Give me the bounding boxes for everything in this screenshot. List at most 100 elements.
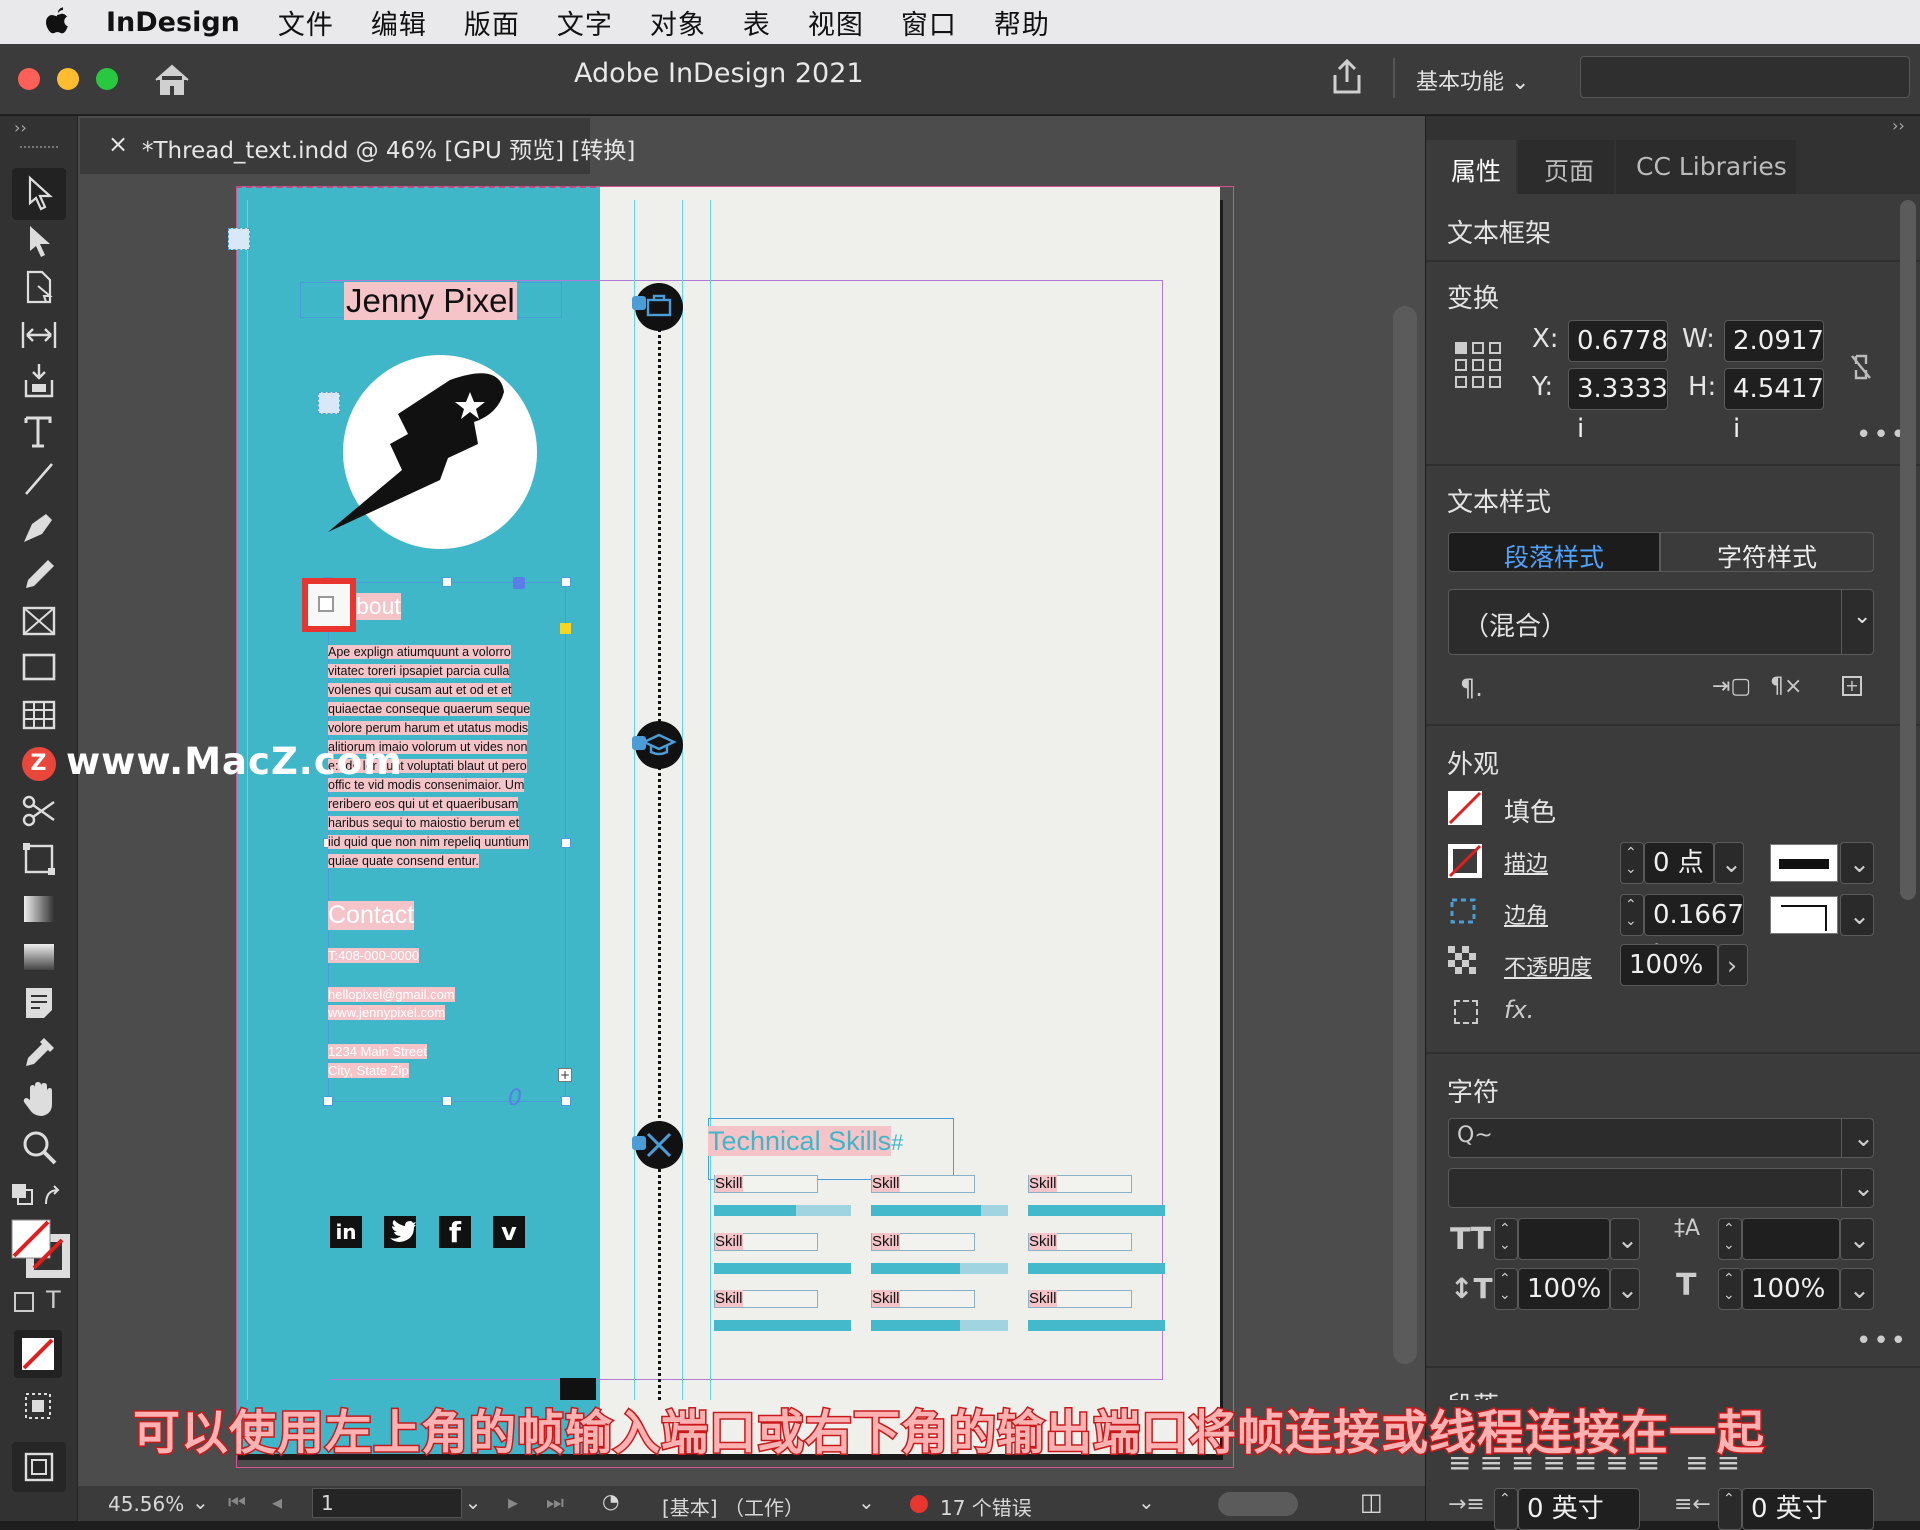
resize-handle[interactable] [323,1096,333,1106]
opacity-field[interactable]: 100% [1620,944,1718,986]
load-styles-icon[interactable]: ⇥▢ [1712,674,1751,699]
screen-mode-icon[interactable] [20,1388,56,1424]
paragraph-mark-icon[interactable]: ¶. [1460,674,1483,702]
frame-corner-handle[interactable] [513,577,525,589]
horizontal-scale-field[interactable]: 100% [1742,1268,1840,1310]
swap-fill-stroke-icon[interactable] [10,1182,66,1212]
selection-tool-icon[interactable] [18,172,60,214]
zoom-level[interactable]: 45.56% [108,1492,184,1516]
leading-stepper[interactable]: ⌃ ⌄ [1718,1218,1742,1260]
leading-field[interactable] [1742,1218,1840,1260]
hand-tool-icon[interactable] [18,1078,60,1120]
type-tool-icon[interactable] [18,410,60,452]
search-input[interactable] [1580,56,1910,98]
preflight-profile[interactable]: [基本] （工作） [662,1492,804,1521]
gradient-feather-tool-icon[interactable] [18,936,60,978]
collapse-panel-icon[interactable]: ›› [14,118,27,137]
opacity-menu-button[interactable]: › [1718,944,1748,986]
menu-file[interactable]: 文件 [278,3,334,42]
vertical-scale-stepper[interactable]: ⌃ ⌄ [1494,1268,1518,1310]
horizontal-scrollbar[interactable] [1218,1492,1298,1516]
tab-cc-libraries[interactable]: CC Libraries [1616,140,1796,194]
font-style-dropdown[interactable]: ⌄ [1448,1168,1874,1208]
constrain-proportions-icon[interactable] [1848,352,1874,382]
content-collector-tool-icon[interactable] [18,360,60,402]
rectangle-tool-icon[interactable] [18,646,60,688]
note-tool-icon[interactable] [18,982,60,1024]
zoom-tool-icon[interactable] [18,1126,60,1168]
formatting-container-icon[interactable] [14,1292,34,1312]
resize-handle[interactable] [561,577,571,587]
document-tab[interactable]: × *Thread_text.indd @ 46% [GPU 预览] [转换] [80,118,635,174]
stroke-type-dropdown[interactable]: ⌄ [1840,842,1874,884]
height-field[interactable]: 4.5417 i [1724,368,1824,444]
table-tool-icon[interactable] [18,694,60,736]
out-port-icon[interactable]: + [558,1068,572,1082]
stroke-label[interactable]: 描边 [1504,846,1548,878]
corner-shape-swatch[interactable] [1770,896,1838,934]
panel-scrollbar[interactable] [1900,200,1916,900]
in-port-icon[interactable] [318,596,334,612]
font-size-stepper[interactable]: ⌃ ⌄ [1494,1218,1518,1260]
menu-table[interactable]: 表 [743,3,771,42]
direct-selection-tool-icon[interactable] [18,220,60,262]
page-number-field[interactable]: 1 [312,1488,462,1518]
left-indent-stepper[interactable]: ⌃ [1494,1488,1518,1530]
stroke-none-swatch-icon[interactable] [1448,844,1482,878]
next-page-icon[interactable]: ▸ [508,1490,518,1514]
workspace-switcher[interactable]: 基本功能 ⌄ [1416,64,1529,96]
zoom-window-button[interactable] [96,68,118,90]
clear-overrides-icon[interactable]: ¶× [1770,674,1802,699]
chevron-down-icon[interactable]: ⌄ [192,1490,209,1514]
reference-point-icon[interactable] [1454,341,1502,389]
menu-layout[interactable]: 版面 [464,3,520,42]
horizontal-scale-stepper[interactable]: ⌃ ⌄ [1718,1268,1742,1310]
menu-view[interactable]: 视图 [808,3,864,42]
collapse-panel-icon[interactable]: ›› [1892,116,1905,135]
more-options-icon[interactable]: ••• [1856,1326,1908,1356]
minimize-window-button[interactable] [57,68,79,90]
line-tool-icon[interactable] [18,458,60,500]
rectangle-frame-tool-icon[interactable] [18,600,60,642]
vertical-scale-field[interactable]: 100% [1518,1268,1610,1310]
menu-help[interactable]: 帮助 [994,3,1050,42]
first-page-icon[interactable]: ⏮ [228,1490,246,1514]
tab-properties[interactable]: 属性 [1426,140,1516,194]
corner-shape-dropdown[interactable]: ⌄ [1840,894,1874,936]
corner-options-icon[interactable] [1448,896,1478,926]
corner-label[interactable]: 边角 [1504,898,1548,930]
previous-page-icon[interactable]: ◂ [272,1490,282,1514]
resize-handle[interactable] [442,1096,452,1106]
menu-type[interactable]: 文字 [557,3,613,42]
corner-stepper[interactable]: ⌃ ⌄ [1620,894,1644,936]
menu-app-name[interactable]: InDesign [106,7,240,38]
vertical-scrollbar[interactable] [1393,306,1417,1364]
gap-tool-icon[interactable] [18,314,60,356]
stroke-weight-dropdown[interactable]: ⌄ [1714,842,1744,884]
font-size-field[interactable] [1518,1218,1610,1260]
stroke-stepper[interactable]: ⌃ ⌄ [1620,842,1644,884]
error-count[interactable]: 17 个错误 [940,1492,1032,1521]
new-style-icon[interactable]: + [1842,676,1862,696]
x-position-field[interactable]: 0.6778 i [1568,320,1668,396]
resize-handle[interactable] [561,838,571,848]
font-family-dropdown[interactable]: Q~ ⌄ [1448,1118,1874,1158]
chevron-down-icon[interactable]: ⌄ [1138,1490,1155,1514]
close-tab-icon[interactable]: × [108,130,128,158]
right-indent-field[interactable]: 0 英寸 [1742,1488,1874,1530]
fill-stroke-swatches-icon[interactable] [8,1216,70,1278]
close-window-button[interactable] [18,68,40,90]
width-field[interactable]: 2.0917 i [1724,320,1824,396]
opacity-label[interactable]: 不透明度 [1504,950,1592,982]
effects-icon[interactable]: fx. [1504,996,1534,1024]
paragraph-styles-tab[interactable]: 段落样式 [1448,532,1660,572]
vertical-scale-dropdown[interactable]: ⌄ [1610,1268,1640,1310]
last-page-icon[interactable]: ⏭ [546,1490,564,1514]
font-size-dropdown[interactable]: ⌄ [1610,1218,1640,1260]
tab-pages[interactable]: 页面 [1518,140,1614,194]
gradient-swatch-tool-icon[interactable] [18,888,60,930]
split-view-icon[interactable]: ◫ [1360,1488,1383,1516]
formatting-text-icon[interactable]: T [46,1286,61,1314]
preflight-icon[interactable]: ◔ [602,1489,619,1513]
stroke-type-swatch[interactable] [1770,844,1838,882]
